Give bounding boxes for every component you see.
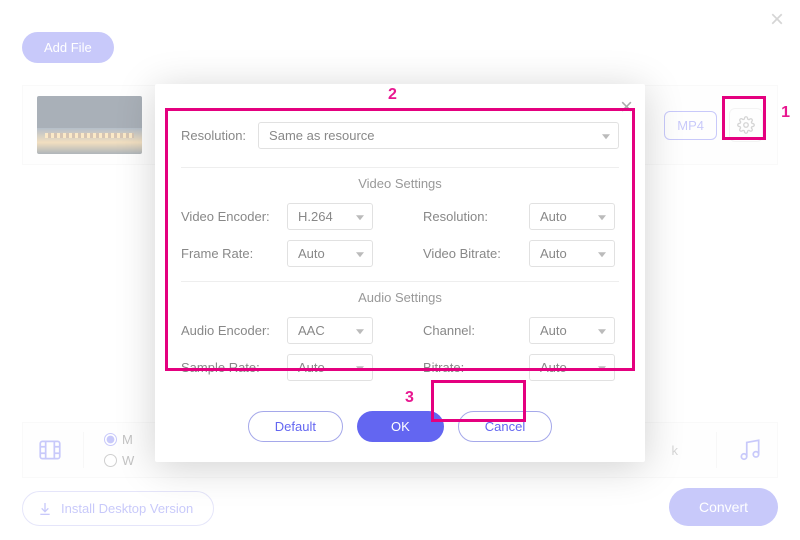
video-bitrate-select[interactable]: Auto — [529, 240, 615, 267]
channel-select[interactable]: Auto — [529, 317, 615, 344]
video-encoder-select[interactable]: H.264 — [287, 203, 373, 230]
audio-encoder-select[interactable]: AAC — [287, 317, 373, 344]
resolution-select[interactable]: Same as resource — [258, 122, 619, 149]
annotation-1: 1 — [781, 104, 790, 122]
video-bitrate-label: Video Bitrate: — [423, 246, 523, 261]
annotation-3: 3 — [405, 389, 414, 407]
ok-button[interactable]: OK — [357, 411, 444, 442]
cancel-button[interactable]: Cancel — [458, 411, 552, 442]
annotation-2: 2 — [388, 86, 397, 104]
default-button[interactable]: Default — [248, 411, 343, 442]
sample-rate-select[interactable]: Auto — [287, 354, 373, 381]
frame-rate-label: Frame Rate: — [181, 246, 281, 261]
audio-settings-heading: Audio Settings — [181, 281, 619, 305]
video-encoder-label: Video Encoder: — [181, 209, 281, 224]
video-resolution-select[interactable]: Auto — [529, 203, 615, 230]
audio-encoder-label: Audio Encoder: — [181, 323, 281, 338]
channel-label: Channel: — [423, 323, 523, 338]
video-settings-heading: Video Settings — [181, 167, 619, 191]
settings-dialog: × Resolution: Same as resource Video Set… — [155, 84, 645, 462]
dialog-close-icon[interactable]: × — [620, 94, 633, 120]
frame-rate-select[interactable]: Auto — [287, 240, 373, 267]
audio-bitrate-label: Bitrate: — [423, 360, 523, 375]
audio-bitrate-select[interactable]: Auto — [529, 354, 615, 381]
video-resolution-label: Resolution: — [423, 209, 523, 224]
sample-rate-label: Sample Rate: — [181, 360, 281, 375]
resolution-label: Resolution: — [181, 128, 246, 143]
